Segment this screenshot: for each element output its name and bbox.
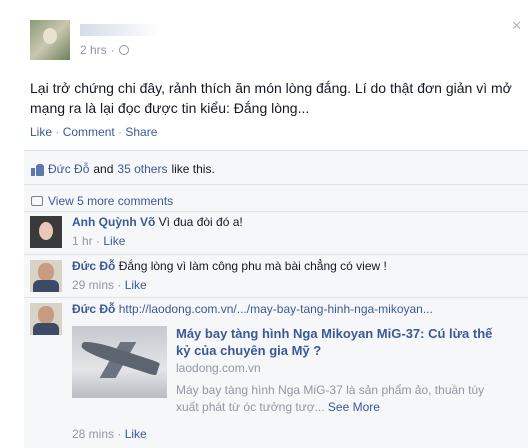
liker-name[interactable]: Đức Đỗ [48, 162, 89, 176]
divider [24, 150, 528, 151]
divider [24, 211, 528, 212]
comment-like-link[interactable]: Like [125, 427, 147, 441]
thumbs-up-icon [31, 163, 44, 176]
see-more-link[interactable]: See More [328, 400, 380, 414]
comment-time[interactable]: 29 mins [72, 278, 114, 292]
comment-like-link[interactable]: Like [125, 278, 147, 292]
post-text: Lại trở chứng chi đây, rảnh thích ăn món… [30, 80, 512, 116]
feed-post: ✕ 2 hrs · Lại trở chứng chi đây, rảnh th… [0, 0, 528, 448]
likes-summary: Đức Đỗ and 35 others like this. [31, 162, 215, 176]
others-link[interactable]: 35 others [117, 162, 167, 176]
divider [24, 254, 528, 255]
close-icon[interactable]: ✕ [511, 18, 522, 34]
view-more-comments[interactable]: View 5 more comments [31, 194, 173, 208]
commenter-name[interactable]: Đức Đỗ [72, 302, 115, 316]
commenter-name[interactable]: Đức Đỗ [72, 259, 115, 273]
comment-time[interactable]: 28 mins [72, 427, 114, 441]
article-title[interactable]: Máy bay tàng hình Nga Mikoyan MiG-37: Cú… [176, 325, 496, 359]
post-actions: Like · Comment · Share [30, 125, 158, 139]
like-link[interactable]: Like [30, 125, 52, 139]
article-domain: laodong.com.vn [176, 361, 261, 375]
author-avatar[interactable] [30, 20, 70, 60]
divider [24, 297, 528, 298]
comment-text: Vì đua đòi đó a! [155, 215, 243, 229]
comment-link[interactable]: Comment [63, 125, 115, 139]
view-more-label[interactable]: View 5 more comments [48, 194, 173, 208]
article-thumbnail[interactable] [72, 326, 167, 398]
commenter-avatar[interactable] [30, 260, 62, 292]
comment-like-link[interactable]: Like [103, 234, 125, 248]
share-link[interactable]: Share [125, 125, 157, 139]
post-time[interactable]: 2 hrs [80, 43, 107, 57]
comment-link-text[interactable]: http://laodong.com.vn/.../may-bay-tang-h… [115, 302, 433, 316]
commenter-name[interactable]: Anh Quỳnh Võ [72, 215, 155, 229]
author-name[interactable] [80, 24, 160, 36]
post-meta: 2 hrs · [80, 43, 129, 57]
comment-time[interactable]: 1 hr [72, 234, 93, 248]
comment-bubble-icon [31, 196, 43, 206]
divider [24, 184, 528, 185]
commenter-avatar[interactable] [30, 303, 62, 335]
globe-icon[interactable] [118, 45, 129, 55]
article-description: Máy bay tàng hình Nga MiG-37 là sản phẩm… [176, 383, 485, 414]
shared-link-card[interactable]: Máy bay tàng hình Nga Mikoyan MiG-37: Cú… [72, 326, 492, 422]
comment-text: Đắng lòng vì làm công phu mà bài chẳng c… [115, 259, 387, 273]
commenter-avatar[interactable] [30, 216, 62, 248]
